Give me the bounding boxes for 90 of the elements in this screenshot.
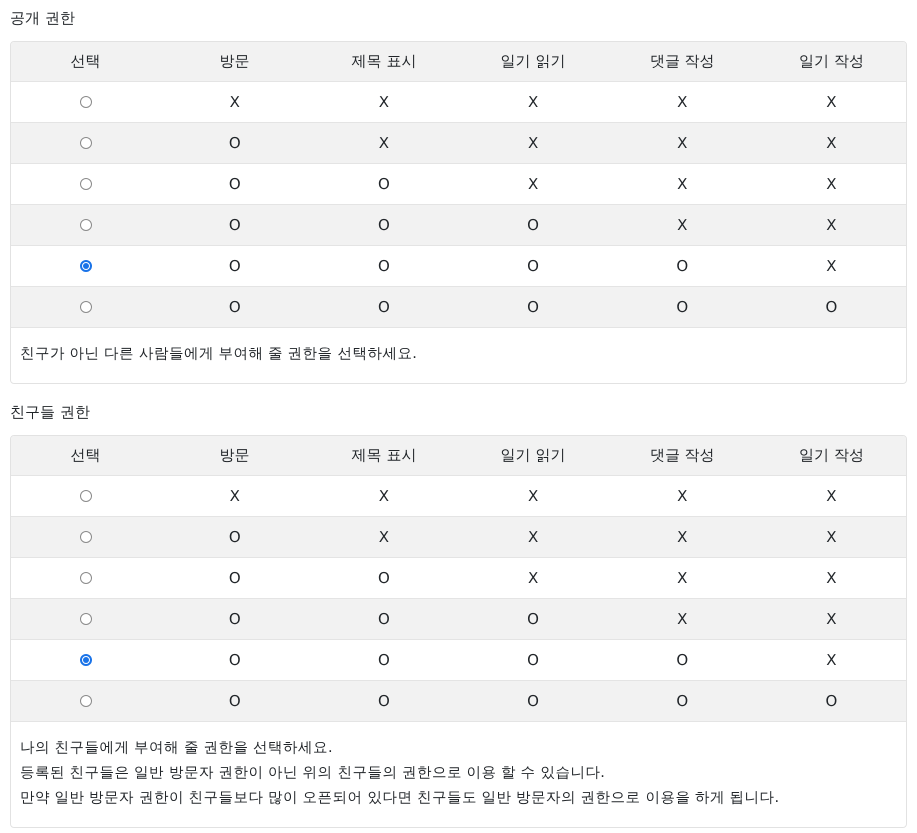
table-cell: O (676, 692, 688, 710)
table-cell: O (228, 692, 241, 710)
table-cell: X (378, 134, 390, 152)
help-text: 등록된 친구들은 일반 방문자 권한이 아닌 위의 친구들의 권한으로 이용 할 수 있습니다. (20, 764, 606, 783)
table-cell: X (677, 569, 688, 587)
radio-button[interactable] (80, 219, 92, 231)
table-cell: O (378, 610, 390, 628)
table-cell: O (228, 298, 241, 316)
table-cell: X (826, 528, 837, 546)
table-cell: X (826, 610, 837, 628)
radio-button[interactable] (80, 572, 92, 584)
table-cell: X (677, 487, 688, 505)
help-text: 친구가 아닌 다른 사람들에게 부여해 줄 권한을 선택하세요. (20, 345, 418, 364)
column-header: 일기 작성 (799, 52, 864, 71)
table-cell: X (826, 257, 837, 275)
radio-button[interactable] (80, 613, 92, 625)
table-cell: X (826, 487, 837, 505)
table-cell: O (378, 298, 390, 316)
table-cell: O (228, 610, 241, 628)
radio-button[interactable] (80, 490, 92, 502)
table-cell: X (528, 134, 538, 152)
table-cell: X (528, 487, 538, 505)
table-cell: O (676, 257, 688, 275)
column-header: 일기 작성 (799, 446, 864, 465)
column-header: 방문 (220, 52, 250, 71)
table-cell: O (378, 651, 390, 669)
column-header: 제목 표시 (352, 52, 416, 71)
radio-button[interactable] (80, 654, 92, 666)
help-text: 만약 일반 방문자 권한이 친구들보다 많이 오픈되어 있다면 친구들도 일반 방문자의 권한으로 이용을 하게 됩니다. (20, 789, 780, 808)
table-cell: X (826, 134, 837, 152)
table-cell: X (230, 487, 240, 505)
table-cell: X (677, 216, 688, 234)
table-cell: O (228, 216, 241, 234)
column-header: 댓글 작성 (650, 446, 715, 465)
table-cell: X (677, 528, 688, 546)
table-cell: X (677, 610, 688, 628)
table-cell: X (826, 216, 837, 234)
table-cell: O (527, 692, 539, 710)
radio-button[interactable] (80, 178, 92, 190)
table-cell: X (677, 134, 688, 152)
table-cell: O (228, 175, 241, 193)
column-header: 일기 읽기 (500, 52, 566, 71)
table-cell: X (378, 93, 390, 111)
column-header: 일기 읽기 (500, 446, 566, 465)
table-cell: X (378, 487, 390, 505)
column-header: 댓글 작성 (650, 52, 715, 71)
radio-button[interactable] (80, 301, 92, 313)
table-cell: O (527, 610, 539, 628)
table-cell: O (676, 651, 688, 669)
table-cell: O (676, 298, 688, 316)
table-cell: O (378, 569, 390, 587)
table-cell: O (228, 569, 241, 587)
table-cell: X (826, 175, 837, 193)
table-cell: X (230, 93, 240, 111)
help-text: 나의 친구들에게 부여해 줄 권한을 선택하세요. (20, 739, 334, 758)
table-cell: X (677, 175, 688, 193)
table-cell: X (528, 175, 538, 193)
table-cell: O (826, 692, 838, 710)
table-cell: O (527, 257, 539, 275)
table-cell: X (677, 93, 688, 111)
table-cell: O (527, 298, 539, 316)
table-cell: X (528, 569, 538, 587)
table-cell: O (228, 134, 241, 152)
table-cell: O (228, 651, 241, 669)
table-cell: O (228, 528, 241, 546)
column-header: 방문 (220, 446, 250, 465)
section-title: 공개 권한 (10, 8, 76, 29)
column-header: 선택 (70, 446, 101, 465)
column-header: 선택 (70, 52, 101, 71)
radio-button[interactable] (80, 260, 92, 272)
section-title: 친구들 권한 (10, 402, 91, 423)
table-cell: O (378, 216, 390, 234)
table-cell: O (826, 298, 838, 316)
table-cell: X (826, 569, 837, 587)
table-cell: O (527, 216, 539, 234)
table-cell: O (378, 175, 390, 193)
table-cell: X (378, 528, 390, 546)
column-header: 제목 표시 (352, 446, 416, 465)
table-cell: O (527, 651, 539, 669)
radio-button[interactable] (80, 96, 92, 108)
table-cell: X (826, 93, 837, 111)
table-cell: O (228, 257, 241, 275)
radio-button[interactable] (80, 137, 92, 149)
radio-button[interactable] (80, 695, 92, 707)
table-cell: X (528, 93, 538, 111)
table-cell: O (378, 692, 390, 710)
radio-button[interactable] (80, 531, 92, 543)
table-cell: X (826, 651, 837, 669)
table-cell: X (528, 528, 538, 546)
table-cell: O (378, 257, 390, 275)
